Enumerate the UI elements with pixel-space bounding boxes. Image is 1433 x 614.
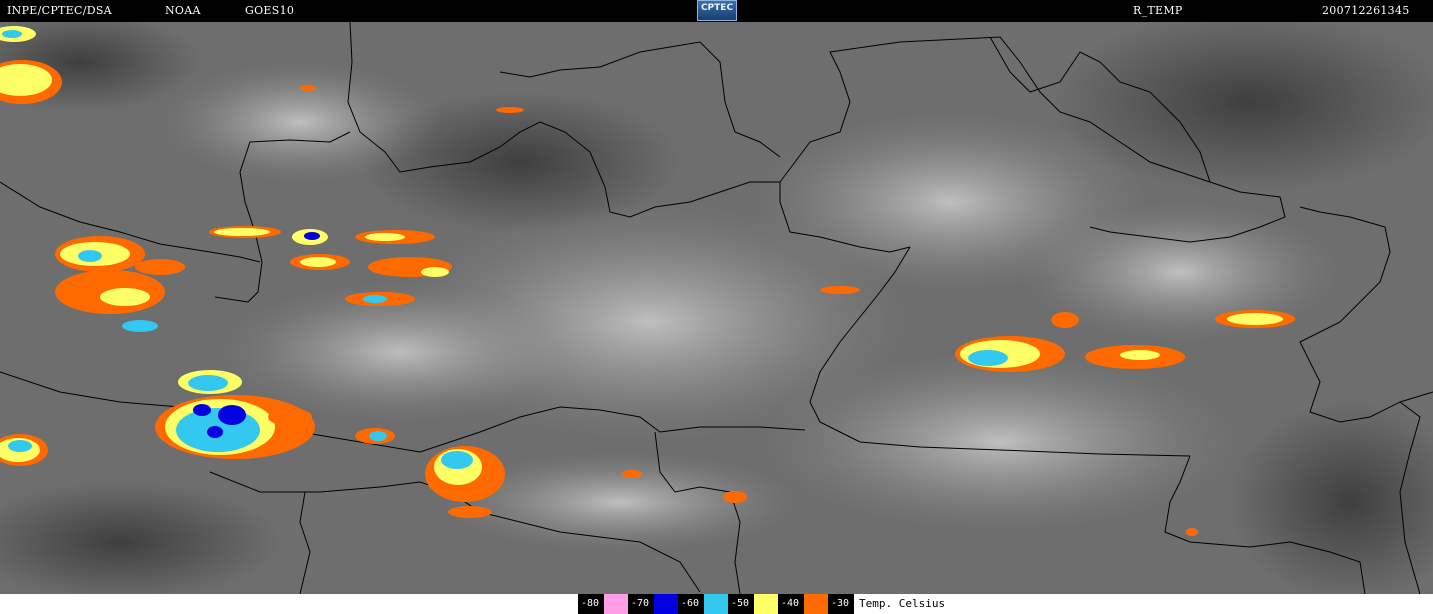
legend-value: -60 [681,598,700,609]
logo-text: CPTEC [700,3,734,13]
legend-label-cell: -30 [828,594,854,614]
agency-label: NOAA [165,4,201,17]
legend-swatch [654,594,678,614]
legend-value: -30 [831,598,850,609]
legend-label-cell: -60 [678,594,704,614]
legend-unit-label: Temp. Celsius [859,597,946,610]
legend-label-cell: -70 [628,594,654,614]
satellite-map [0,22,1433,594]
header-bar: INPE/CPTEC/DSA NOAA GOES10 CPTEC R_TEMP … [0,0,1433,22]
legend-value: -40 [781,598,800,609]
legend-swatch [604,594,628,614]
legend-swatch [804,594,828,614]
legend-value: -70 [631,598,650,609]
legend-value: -80 [581,598,600,609]
legend-swatch [704,594,728,614]
satellite-image [0,22,1433,594]
legend-value: -50 [731,598,750,609]
timestamp-label: 200712261345 [1322,4,1410,17]
satellite-label: GOES10 [245,4,295,17]
legend-label-cell: -50 [728,594,754,614]
legend-swatch [754,594,778,614]
product-label: R_TEMP [1133,4,1183,17]
institution-label: INPE/CPTEC/DSA [7,4,112,17]
cptec-logo: CPTEC [697,0,737,21]
temperature-legend: -80 -70 -60 -50 -40 -30 Temp. Celsius [0,594,1433,614]
legend-label-cell: -80 [578,594,604,614]
legend-label-cell: -40 [778,594,804,614]
